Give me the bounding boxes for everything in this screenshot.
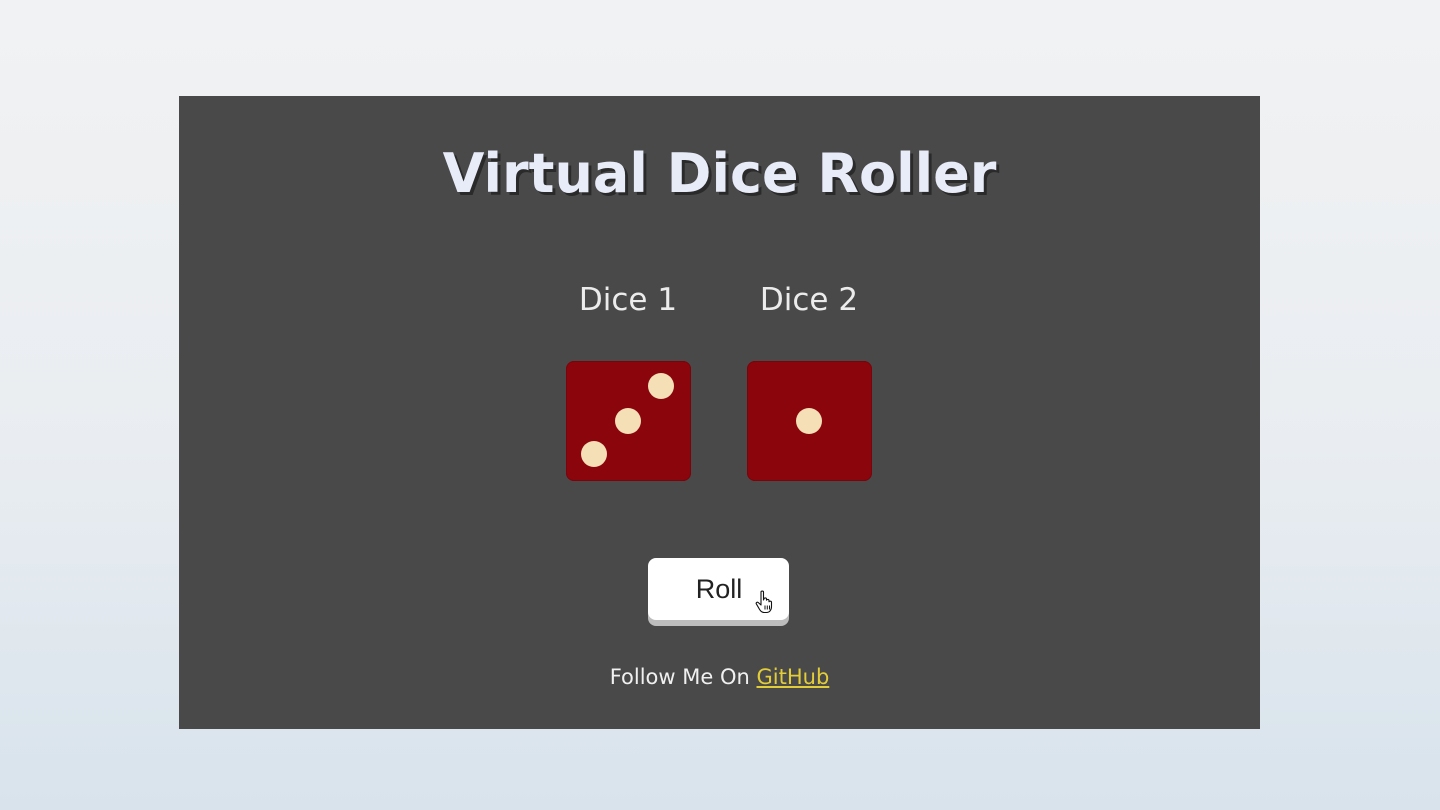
- die-pip: [615, 408, 641, 434]
- dice-1-face: [566, 361, 691, 481]
- hand-pointer-icon: [755, 590, 777, 614]
- die-pip: [581, 441, 607, 467]
- footer: Follow Me On GitHub: [179, 662, 1260, 692]
- page-title: Virtual Dice Roller: [442, 142, 997, 205]
- die-pip: [796, 408, 822, 434]
- die-pip: [648, 373, 674, 399]
- app-panel: Virtual Dice Roller Dice 1 Dice 2 Roll F…: [179, 96, 1260, 729]
- dice-1-label: Dice 1: [578, 282, 678, 318]
- footer-prefix: Follow Me On: [609, 665, 750, 689]
- github-link[interactable]: GitHub: [757, 665, 830, 689]
- dice-2-label: Dice 2: [759, 282, 859, 318]
- dice-2-face: [747, 361, 872, 481]
- roll-button-label: Roll: [695, 573, 743, 604]
